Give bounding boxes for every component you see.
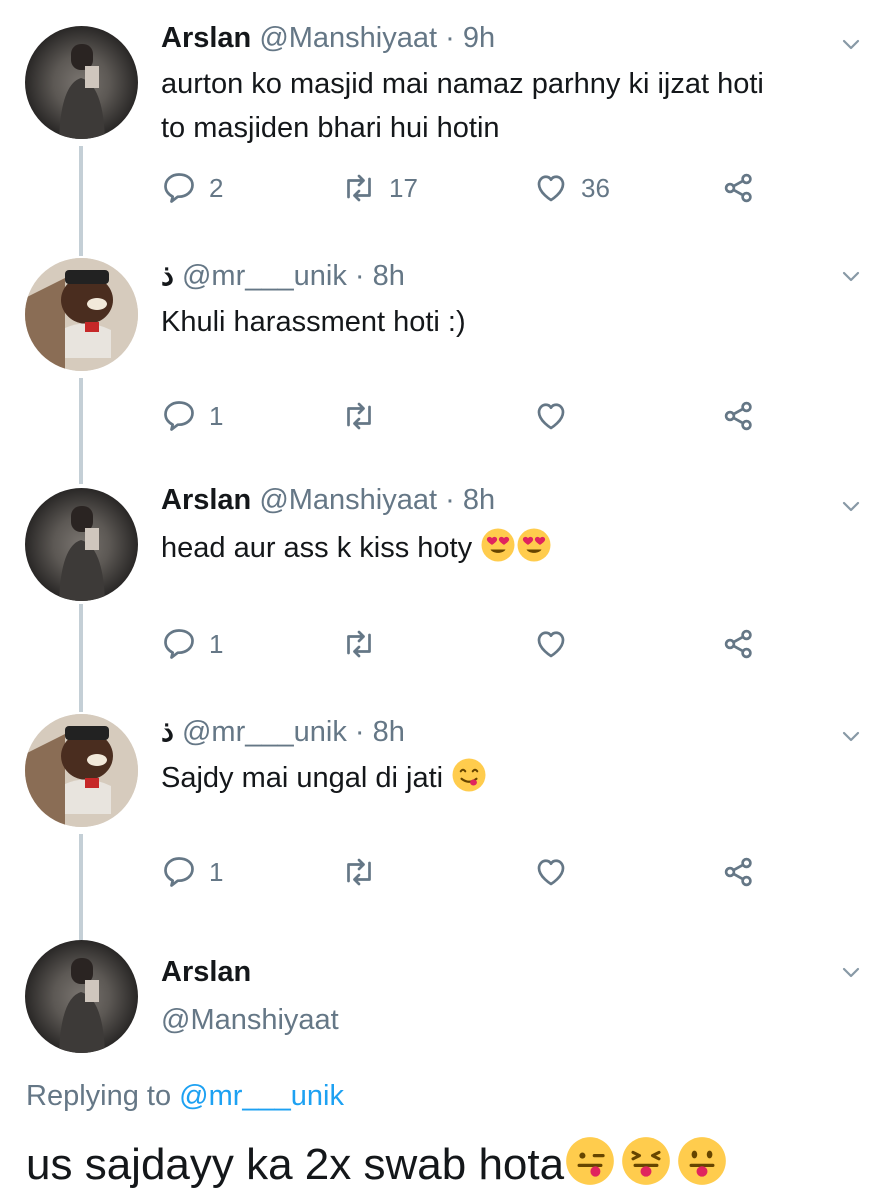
author-name[interactable]: Arslan: [161, 956, 251, 989]
retweet-button[interactable]: [341, 626, 377, 662]
tweet-header: ذ @mr___unik · 8h: [161, 258, 405, 293]
main-tweet-text: us sajdayy ka 2x swab hota: [26, 1135, 728, 1193]
tweet-header: Arslan @Manshiyaat · 9h: [161, 22, 495, 55]
tweet[interactable]: ذ @mr___unik · 8h Khuli harassment hoti …: [0, 240, 889, 470]
reply-button[interactable]: 1: [161, 854, 223, 890]
tweet[interactable]: Arslan @Manshiyaat · 8h head aur ass k k…: [0, 470, 889, 700]
share-icon: [721, 170, 757, 206]
avatar[interactable]: [25, 258, 138, 371]
reply-icon: [161, 854, 197, 890]
heart-eyes-emoji-icon: [480, 527, 516, 563]
reply-icon: [161, 398, 197, 434]
reply-button[interactable]: 2: [161, 170, 223, 206]
chevron-down-icon[interactable]: [839, 32, 863, 56]
retweet-button[interactable]: 17: [341, 170, 418, 206]
tweet-text: Khuli harassment hoti :): [161, 306, 466, 338]
author-name[interactable]: ذ: [161, 260, 174, 292]
retweet-icon: [341, 398, 377, 434]
separator: ·: [445, 484, 455, 516]
like-icon: [533, 170, 569, 206]
reply-icon: [161, 626, 197, 662]
tweet-text: Sajdy mai ungal di jati: [161, 756, 861, 800]
like-icon: [533, 398, 569, 434]
action-bar: 1: [161, 626, 761, 666]
retweet-icon: [341, 854, 377, 890]
action-bar: 1: [161, 854, 761, 894]
tweet-text: head aur ass k kiss hoty: [161, 526, 861, 570]
replying-label: Replying to: [26, 1080, 172, 1112]
author-handle[interactable]: @mr___unik: [182, 260, 347, 292]
author-name[interactable]: Arslan: [161, 22, 251, 54]
retweet-icon: [341, 626, 377, 662]
tweet-text-line: aurton ko masjid mai namaz parhny ki ijz…: [161, 68, 764, 100]
retweet-button[interactable]: [341, 398, 377, 434]
tweet-text: aurton ko masjid mai namaz parhny ki ijz…: [161, 62, 861, 150]
chevron-down-icon[interactable]: [839, 724, 863, 748]
timestamp[interactable]: 9h: [463, 22, 495, 54]
tweet-text-content: head aur ass k kiss hoty: [161, 532, 473, 564]
replying-to: Replying to @mr___unik: [26, 1080, 344, 1113]
like-count: 36: [581, 172, 610, 203]
heart-eyes-emoji-icon: [516, 527, 552, 563]
action-bar: 1: [161, 398, 761, 438]
like-button[interactable]: 36: [533, 170, 610, 206]
separator: ·: [354, 716, 365, 748]
tweet-text-content: Sajdy mai ungal di jati: [161, 762, 444, 794]
like-button[interactable]: [533, 854, 569, 890]
separator: ·: [354, 260, 365, 292]
avatar[interactable]: [25, 488, 138, 601]
timestamp[interactable]: 8h: [373, 716, 405, 748]
reply-icon: [161, 170, 197, 206]
share-icon: [721, 626, 757, 662]
share-icon: [721, 398, 757, 434]
like-icon: [533, 626, 569, 662]
author-handle[interactable]: @Manshiyaat: [259, 22, 437, 54]
like-button[interactable]: [533, 398, 569, 434]
retweet-count: 17: [389, 172, 418, 203]
like-button[interactable]: [533, 626, 569, 662]
tongue-emoji-icon: [676, 1135, 728, 1187]
mention-link[interactable]: @mr___unik: [179, 1080, 344, 1112]
reply-count: 1: [209, 400, 224, 431]
tweet[interactable]: Arslan @Manshiyaat · 9h aurton ko masjid…: [0, 0, 889, 240]
chevron-down-icon[interactable]: [839, 960, 863, 984]
share-button[interactable]: [721, 398, 757, 434]
tweet-text-line: to masjiden bhari hui hotin: [161, 112, 500, 144]
like-icon: [533, 854, 569, 890]
chevron-down-icon[interactable]: [839, 264, 863, 288]
action-bar: 2 17 36: [161, 170, 761, 210]
author-handle[interactable]: @Manshiyaat: [161, 1004, 339, 1037]
timestamp[interactable]: 8h: [463, 484, 495, 516]
tweet-header: Arslan @Manshiyaat · 8h: [161, 484, 495, 517]
wink-tongue-emoji-icon: [564, 1135, 616, 1187]
avatar[interactable]: [25, 940, 138, 1053]
timestamp[interactable]: 8h: [373, 260, 405, 292]
reply-button[interactable]: 1: [161, 626, 223, 662]
reply-count: 1: [209, 856, 224, 887]
tweet[interactable]: ذ @mr___unik · 8h Sajdy mai ungal di jat…: [0, 700, 889, 930]
retweet-icon: [341, 170, 377, 206]
share-button[interactable]: [721, 170, 757, 206]
main-tweet-content: us sajdayy ka 2x swab hota: [26, 1140, 565, 1189]
tweet-header: ذ @mr___unik · 8h: [161, 714, 405, 749]
chevron-down-icon[interactable]: [839, 494, 863, 518]
share-icon: [721, 854, 757, 890]
avatar[interactable]: [25, 26, 138, 139]
yum-emoji-icon: [451, 757, 487, 793]
reply-count: 1: [209, 628, 224, 659]
share-button[interactable]: [721, 854, 757, 890]
retweet-button[interactable]: [341, 854, 377, 890]
author-handle[interactable]: @Manshiyaat: [259, 484, 437, 516]
author-handle[interactable]: @mr___unik: [182, 716, 347, 748]
reply-count: 2: [209, 172, 224, 203]
separator: ·: [445, 22, 455, 54]
author-name[interactable]: ذ: [161, 716, 174, 748]
author-name[interactable]: Arslan: [161, 484, 251, 516]
share-button[interactable]: [721, 626, 757, 662]
squint-tongue-emoji-icon: [620, 1135, 672, 1187]
avatar[interactable]: [25, 714, 138, 827]
reply-button[interactable]: 1: [161, 398, 223, 434]
